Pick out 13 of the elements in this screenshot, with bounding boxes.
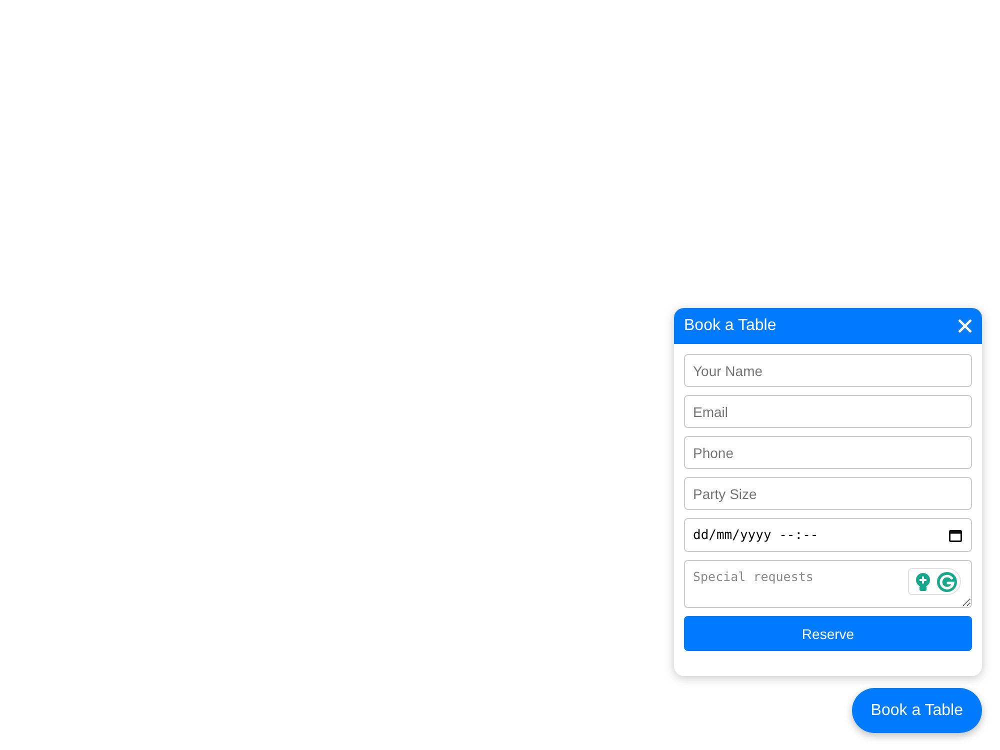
date-time-field[interactable]: dd/mm/yyyy --:-- xyxy=(684,518,972,552)
text-input-field[interactable]: Your Name xyxy=(684,354,972,387)
writing-assistant-widget[interactable] xyxy=(908,568,961,595)
book-table-button[interactable]: Book a Table xyxy=(852,688,982,733)
text-input-field[interactable]: Email xyxy=(684,395,972,428)
g-logo-icon[interactable] xyxy=(936,572,956,592)
special-requests-field[interactable]: Special requests xyxy=(684,560,972,608)
calendar-icon[interactable] xyxy=(949,529,962,542)
panel-title: Book a Table xyxy=(684,317,776,335)
reserve-button[interactable]: Reserve xyxy=(684,616,972,651)
text-input-field[interactable]: Phone xyxy=(684,436,972,469)
text-input-field[interactable]: Party Size xyxy=(684,477,972,510)
close-button[interactable] xyxy=(957,318,973,334)
